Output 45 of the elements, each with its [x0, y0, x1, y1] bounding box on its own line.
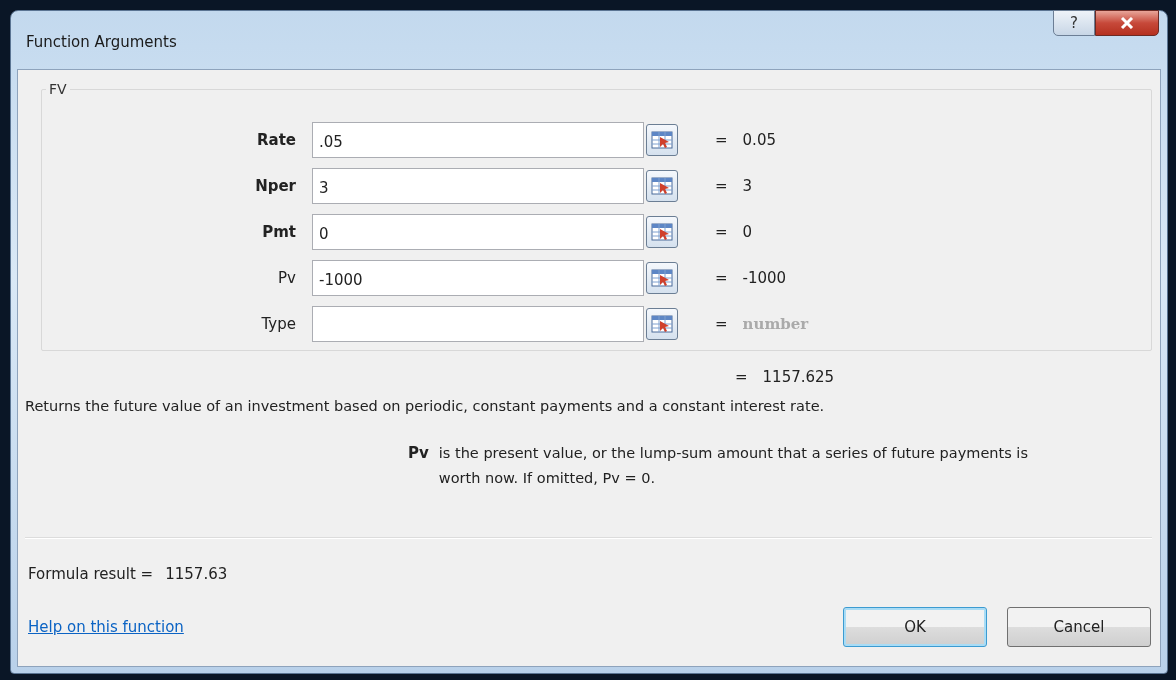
argument-label: Pmt [261, 223, 297, 241]
argument-input[interactable] [312, 306, 644, 342]
argument-description: is the present value, or the lump-sum amount that a series of future payments is worth now. If omitted, Pv = 0. [438, 444, 1029, 488]
range-select-icon [651, 130, 673, 150]
range-select-icon [651, 314, 673, 334]
collapse-dialog-button[interactable] [646, 170, 678, 202]
argument-input[interactable]: -1000 [312, 260, 644, 296]
formula-result-label: Formula result = [28, 565, 154, 583]
close-icon [1120, 17, 1134, 29]
argument-result: -1000 [742, 269, 787, 287]
range-select-icon [651, 176, 673, 196]
function-description: Returns the future value of an investment based on periodic, constant payments and a constant interest rate. [25, 398, 826, 414]
range-select-icon [651, 222, 673, 242]
range-select-icon [651, 268, 673, 288]
argument-label: Nper [254, 177, 297, 195]
argument-label: Rate [255, 131, 297, 149]
function-result: 1157.625 [762, 368, 835, 386]
help-button[interactable]: ? [1053, 10, 1095, 36]
equals-sign: = [715, 131, 728, 149]
equals-sign: = [715, 315, 728, 333]
argument-input[interactable]: 0 [312, 214, 644, 250]
collapse-dialog-button[interactable] [646, 308, 678, 340]
argument-result: 0.05 [742, 131, 776, 149]
equals-sign: = [735, 368, 748, 386]
help-link[interactable]: Help on this function [28, 618, 184, 636]
argument-result: 3 [742, 177, 753, 195]
argument-label: Type [260, 315, 297, 333]
function-name: FV [46, 81, 70, 97]
cancel-button[interactable]: Cancel [1007, 607, 1151, 647]
collapse-dialog-button[interactable] [646, 262, 678, 294]
argument-input[interactable]: 3 [312, 168, 644, 204]
collapse-dialog-button[interactable] [646, 124, 678, 156]
argument-input[interactable]: .05 [312, 122, 644, 158]
window-title: Function Arguments [26, 33, 177, 51]
equals-sign: = [715, 177, 728, 195]
equals-sign: = [715, 223, 728, 241]
ok-button[interactable]: OK [843, 607, 987, 647]
argument-label: Pv [277, 269, 297, 287]
equals-sign: = [715, 269, 728, 287]
close-button[interactable] [1095, 10, 1159, 36]
collapse-dialog-button[interactable] [646, 216, 678, 248]
formula-result-value: 1157.63 [165, 565, 228, 583]
argument-name: Pv [408, 444, 429, 464]
argument-result: 0 [742, 223, 753, 241]
argument-result: number [742, 315, 809, 333]
